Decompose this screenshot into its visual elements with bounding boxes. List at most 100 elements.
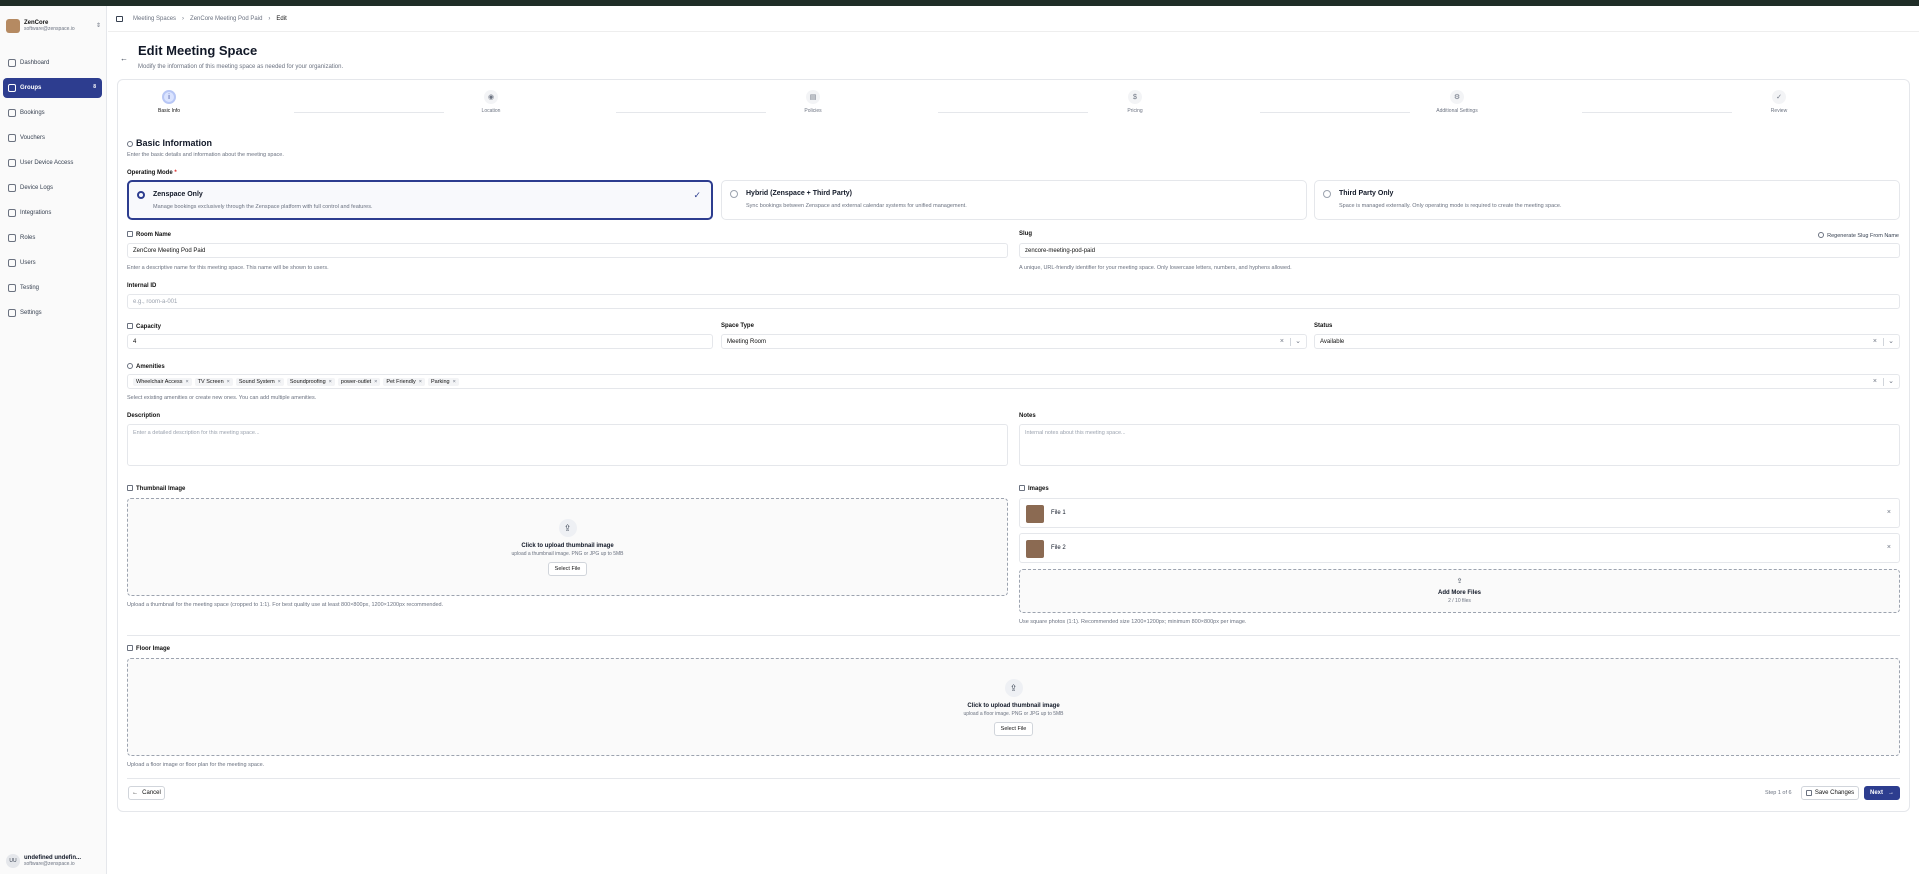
sidebar-item-users[interactable]: Users bbox=[3, 253, 102, 273]
step-pricing[interactable]: $ Pricing bbox=[1105, 90, 1165, 114]
slug-hint: A unique, URL-friendly identifier for yo… bbox=[1019, 265, 1292, 271]
sidebar-item-groups[interactable]: Groups 8 bbox=[3, 78, 102, 98]
status-select[interactable]: Available × ⌄ bbox=[1314, 334, 1900, 349]
sidebar-item-user-device-access[interactable]: User Device Access bbox=[3, 153, 102, 173]
stepper: i Basic Info ◉ Location ▤ Policies $ Pricing… bbox=[118, 90, 1909, 130]
chevron-down-icon[interactable]: ⌄ bbox=[1888, 337, 1894, 345]
flask-icon bbox=[8, 284, 16, 292]
room-name-hint: Enter a descriptive name for this meetin… bbox=[127, 265, 329, 271]
avatar: UU bbox=[6, 854, 20, 868]
amenity-tag: Parking × bbox=[427, 377, 459, 386]
amenity-tag: power-outlet × bbox=[337, 377, 381, 386]
room-name-input[interactable]: ZenCore Meeting Pod Paid bbox=[127, 243, 1008, 258]
step-policies[interactable]: ▤ Policies bbox=[783, 90, 843, 114]
thumbnail-hint: Upload a thumbnail for the meeting space… bbox=[127, 602, 444, 608]
thumbnail-label: Thumbnail Image bbox=[127, 485, 185, 492]
select-file-button[interactable]: Select File bbox=[993, 722, 1034, 736]
select-file-button[interactable]: Select File bbox=[547, 562, 588, 576]
sidebar-item-dashboard[interactable]: Dashboard bbox=[3, 53, 102, 73]
mode-zenspace-only[interactable]: Zenspace Only Manage bookings exclusivel… bbox=[127, 180, 713, 220]
back-arrow-icon[interactable]: ← bbox=[120, 54, 128, 63]
save-icon bbox=[1805, 790, 1812, 796]
clear-icon[interactable]: × bbox=[1873, 338, 1877, 345]
internal-id-input[interactable]: e.g., room-a-001 bbox=[127, 294, 1900, 309]
image-icon bbox=[127, 485, 133, 491]
user-menu[interactable]: UU undefined undefin... software@zenspac… bbox=[6, 849, 101, 873]
amenities-multiselect[interactable]: Wheelchair Access × TV Screen × Sound Syst… bbox=[127, 374, 1900, 389]
next-button[interactable]: Next → bbox=[1864, 786, 1900, 800]
image-thumbnail bbox=[1026, 505, 1044, 523]
breadcrumb-meeting-spaces[interactable]: Meeting Spaces bbox=[133, 16, 176, 22]
mode-third-party[interactable]: Third Party Only Space is managed extern… bbox=[1314, 180, 1900, 220]
floor-image-label: Floor Image bbox=[127, 645, 170, 652]
upload-icon: ⇪ bbox=[1456, 578, 1463, 585]
status-label: Status bbox=[1314, 323, 1333, 329]
thumbnail-dropzone[interactable]: ⇪ Click to upload thumbnail image upload… bbox=[127, 498, 1008, 596]
sidebar-item-testing[interactable]: Testing bbox=[3, 278, 102, 298]
slug-input[interactable]: zencore-meeting-pod-paid bbox=[1019, 243, 1900, 258]
sidebar-item-integrations[interactable]: Integrations bbox=[3, 203, 102, 223]
sidebar-item-roles[interactable]: Roles bbox=[3, 228, 102, 248]
radio[interactable] bbox=[730, 190, 738, 198]
floor-image-dropzone[interactable]: ⇪ Click to upload thumbnail image upload… bbox=[127, 658, 1900, 756]
remove-file-icon[interactable]: × bbox=[1887, 509, 1891, 516]
breadcrumb-space[interactable]: ZenCore Meeting Pod Paid bbox=[190, 16, 262, 22]
room-name-label: Room Name bbox=[127, 231, 171, 238]
save-changes-button[interactable]: Save Changes bbox=[1801, 786, 1859, 800]
remove-tag-icon[interactable]: × bbox=[227, 379, 230, 385]
log-icon bbox=[8, 184, 16, 192]
sidebar-item-settings[interactable]: Settings bbox=[3, 303, 102, 323]
breadcrumb: Meeting Spaces › ZenCore Meeting Pod Paid… bbox=[108, 6, 1919, 32]
remove-file-icon[interactable]: × bbox=[1887, 544, 1891, 551]
cancel-button[interactable]: ← Cancel bbox=[128, 786, 165, 800]
remove-tag-icon[interactable]: × bbox=[278, 379, 281, 385]
step-location[interactable]: ◉ Location bbox=[461, 90, 521, 114]
mode-hybrid[interactable]: Hybrid (Zenspace + Third Party) Sync boo… bbox=[721, 180, 1307, 220]
chevron-down-icon[interactable]: ⌄ bbox=[1295, 337, 1301, 345]
operating-mode-label: Operating Mode * bbox=[127, 170, 177, 176]
internal-id-label: Internal ID bbox=[127, 283, 157, 289]
ticket-icon bbox=[8, 134, 16, 142]
upload-icon: ⇪ bbox=[558, 519, 577, 537]
amenities-hint: Select existing amenities or create new … bbox=[127, 395, 317, 401]
step-additional-settings[interactable]: ⚙ Additional Settings bbox=[1427, 90, 1487, 114]
arrow-left-icon: ← bbox=[132, 790, 139, 796]
floor-image-hint: Upload a floor image or floor plan for t… bbox=[127, 762, 265, 768]
chevron-down-icon[interactable]: ⌄ bbox=[1888, 377, 1894, 385]
amenity-tag: Soundproofing × bbox=[286, 377, 335, 386]
sidebar-item-device-logs[interactable]: Device Logs bbox=[3, 178, 102, 198]
user-email: software@zenspace.io bbox=[24, 861, 75, 867]
capacity-label: Capacity bbox=[127, 323, 161, 330]
description-textarea[interactable]: Enter a detailed description for this me… bbox=[127, 424, 1008, 466]
remove-tag-icon[interactable]: × bbox=[374, 379, 377, 385]
add-more-files-dropzone[interactable]: ⇪ Add More Files 2 / 10 files bbox=[1019, 569, 1900, 613]
step-basic-info[interactable]: i Basic Info bbox=[139, 90, 199, 114]
notes-textarea[interactable]: Internal notes about this meeting space.… bbox=[1019, 424, 1900, 466]
remove-tag-icon[interactable]: × bbox=[329, 379, 332, 385]
sidebar-item-vouchers[interactable]: Vouchers bbox=[3, 128, 102, 148]
form-card: i Basic Info ◉ Location ▤ Policies $ Pricing… bbox=[117, 79, 1910, 812]
step-review[interactable]: ✓ Review bbox=[1749, 90, 1809, 114]
images-label: Images bbox=[1019, 485, 1049, 492]
section-title: Basic Information bbox=[127, 138, 212, 148]
remove-tag-icon[interactable]: × bbox=[185, 379, 188, 385]
users-icon bbox=[8, 259, 16, 267]
capacity-input[interactable]: 4 bbox=[127, 334, 713, 349]
remove-tag-icon[interactable]: × bbox=[419, 379, 422, 385]
sparkle-icon bbox=[127, 363, 133, 369]
sidebar-toggle-icon[interactable] bbox=[116, 15, 123, 22]
radio[interactable] bbox=[1323, 190, 1331, 198]
clear-icon[interactable]: × bbox=[1280, 338, 1284, 345]
remove-tag-icon[interactable]: × bbox=[453, 379, 456, 385]
info-circle-icon bbox=[127, 141, 133, 147]
regenerate-slug-button[interactable]: Regenerate Slug From Name bbox=[1818, 232, 1899, 239]
radio-selected[interactable] bbox=[137, 191, 145, 199]
clear-icon[interactable]: × bbox=[1873, 378, 1877, 385]
people-icon bbox=[127, 323, 133, 329]
sidebar-item-bookings[interactable]: Bookings bbox=[3, 103, 102, 123]
check-icon: ✓ bbox=[693, 190, 701, 200]
brand-switcher[interactable]: ZenCore software@zenspace.io ⇕ bbox=[6, 14, 101, 38]
space-type-select[interactable]: Meeting Room × ⌄ bbox=[721, 334, 1307, 349]
upload-icon: ⇪ bbox=[1004, 679, 1023, 697]
shield-icon bbox=[8, 234, 16, 242]
